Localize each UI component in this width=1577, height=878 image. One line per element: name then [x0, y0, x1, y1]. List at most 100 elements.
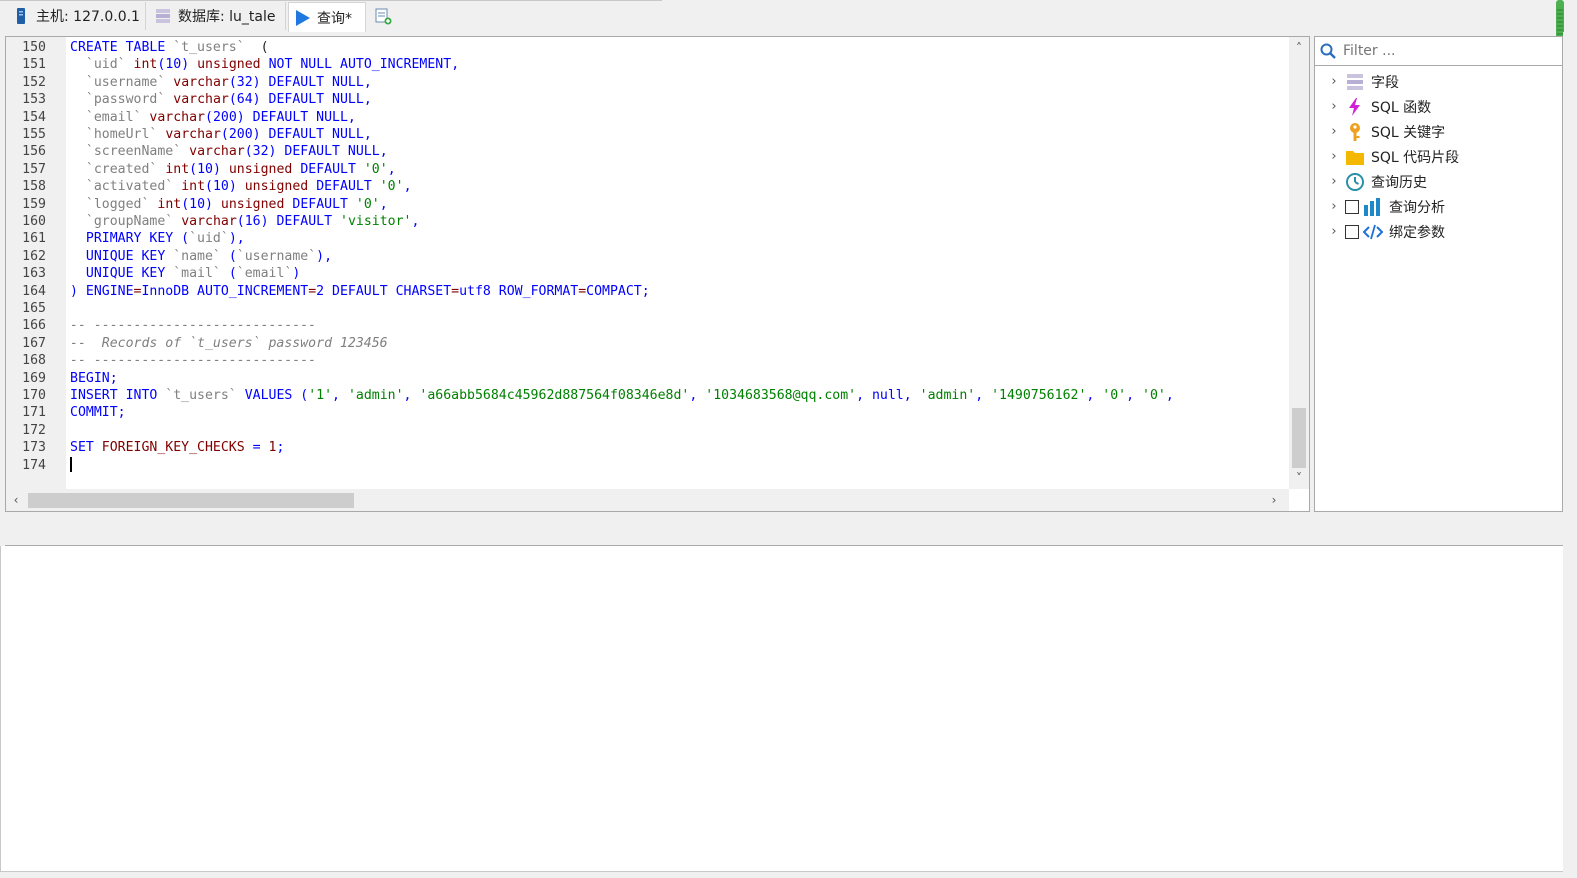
chevron-right-icon[interactable]: ›: [1327, 174, 1341, 189]
code-token: int: [133, 57, 158, 73]
helper-sidebar: › 字段 › SQL 函数 › SQL 关键字 › SQL 代码片段: [1314, 36, 1563, 512]
line-number: 166: [22, 318, 46, 334]
chevron-right-icon[interactable]: ›: [1327, 124, 1341, 139]
code-text: -- ----------------------------: [70, 317, 316, 334]
code-token: '1034683568@qq.com': [705, 388, 857, 403]
tree-item-sql-functions[interactable]: › SQL 函数: [1315, 94, 1562, 119]
tree-item-label: 查询分析: [1389, 199, 1445, 216]
code-token: 'visitor': [340, 214, 412, 229]
tree-item-query-history[interactable]: › 查询历史: [1315, 169, 1562, 194]
scroll-up-icon[interactable]: ˄: [1289, 39, 1309, 57]
chevron-right-icon[interactable]: ›: [1327, 199, 1341, 214]
tree-item-sql-snippets[interactable]: › SQL 代码片段: [1315, 144, 1562, 169]
code-token: `logged`: [85, 196, 150, 212]
code-text: BEGIN;: [70, 370, 118, 387]
code-token: `email`: [85, 109, 142, 125]
code-token: '0': [1102, 388, 1127, 403]
code-token: DEFAULT: [308, 179, 380, 195]
code-token: DEFAULT NULL: [260, 127, 364, 142]
code-token: '0': [363, 161, 388, 177]
tree-item-query-analysis[interactable]: › 查询分析: [1315, 194, 1562, 219]
code-text: UNIQUE KEY `mail` (`email`): [70, 265, 300, 282]
code-token: `homeUrl`: [85, 127, 158, 142]
code-token: '1': [308, 388, 333, 403]
code-token: ,: [689, 388, 706, 403]
scroll-down-icon[interactable]: ˅: [1289, 469, 1309, 487]
code-token: BEGIN;: [70, 370, 118, 386]
code-text: -- Records of `t_users` password 123456: [70, 335, 388, 352]
filter-input[interactable]: [1341, 42, 1555, 60]
chevron-right-icon[interactable]: ›: [1327, 224, 1341, 239]
scroll-right-icon[interactable]: ›: [1264, 489, 1284, 511]
code-token: 'admin': [347, 388, 404, 403]
tree-item-sql-keywords[interactable]: › SQL 关键字: [1315, 119, 1562, 144]
code-token: (: [220, 248, 237, 264]
code-token: (32): [228, 74, 261, 90]
tree-item-bind-params[interactable]: › 绑定参数: [1315, 219, 1562, 244]
code-token: COMMIT;: [70, 405, 126, 421]
code-token: InnoDB AUTO_INCREMENT: [141, 283, 309, 299]
code-token: (200): [220, 127, 261, 142]
vertical-scroll-thumb[interactable]: [1292, 408, 1306, 468]
chevron-right-icon[interactable]: ›: [1327, 149, 1341, 164]
tab-query[interactable]: 查询*: [288, 2, 366, 32]
tree-item-fields[interactable]: › 字段: [1315, 69, 1562, 94]
code-token: (10): [157, 57, 190, 73]
code-token: ,: [332, 388, 348, 403]
code-token: ,: [451, 57, 460, 73]
scroll-left-icon[interactable]: ‹: [6, 489, 26, 511]
vertical-scrollbar[interactable]: ˄ ˅: [1289, 37, 1309, 489]
code-token: int: [157, 196, 182, 212]
code-token: DEFAULT NULL: [276, 144, 380, 160]
code-token: ,: [1126, 388, 1142, 403]
tab-database[interactable]: 数据库: lu_tale: [150, 2, 286, 30]
line-number: 151: [22, 57, 46, 73]
tab-host[interactable]: 主机: 127.0.0.1: [8, 2, 146, 30]
code-token: `uid`: [85, 57, 126, 73]
sql-editor[interactable]: 150 CREATE TABLE `t_users` (151 `uid` int…: [5, 36, 1310, 512]
code-token: 'admin': [919, 388, 976, 403]
code-token: PRIMARY KEY (: [85, 231, 190, 247]
code-token: '0': [355, 196, 380, 212]
code-text: CREATE TABLE `t_users` (: [70, 39, 269, 56]
code-token: `created`: [85, 161, 158, 177]
code-token: `screenName`: [85, 144, 182, 160]
code-token: (16): [236, 214, 269, 229]
code-token: ,: [403, 388, 420, 403]
code-token: '0': [1142, 388, 1166, 403]
code-token: DEFAULT: [268, 214, 340, 229]
code-token: varchar: [173, 74, 229, 90]
query-analysis-checkbox[interactable]: [1345, 199, 1359, 214]
database-icon: [154, 7, 172, 25]
code-token: ;: [276, 440, 285, 456]
horizontal-scrollbar[interactable]: ‹ ›: [6, 489, 1289, 511]
line-number: 171: [22, 405, 46, 421]
code-text: [70, 457, 72, 474]
chevron-right-icon[interactable]: ›: [1327, 74, 1341, 89]
code-icon: [1362, 222, 1384, 242]
code-token: unsigned: [228, 161, 293, 177]
bind-params-checkbox[interactable]: [1345, 224, 1359, 239]
code-token: `username`: [236, 248, 317, 264]
code-token: DEFAULT: [292, 161, 364, 177]
line-number: 160: [22, 214, 46, 229]
chevron-right-icon[interactable]: ›: [1327, 99, 1341, 114]
new-query-tab-button[interactable]: [370, 2, 396, 30]
code-token: varchar: [181, 214, 237, 229]
code-token: `mail`: [173, 266, 221, 282]
code-token: 'a66abb5684c45962d887564f08346e8d': [419, 388, 690, 403]
code-token: int: [165, 161, 190, 177]
splitter-bar[interactable]: [5, 512, 1563, 546]
code-token: `password`: [85, 92, 166, 108]
code-token: '0': [379, 179, 404, 195]
code-token: =: [451, 283, 460, 299]
horizontal-scroll-thumb[interactable]: [28, 493, 354, 508]
